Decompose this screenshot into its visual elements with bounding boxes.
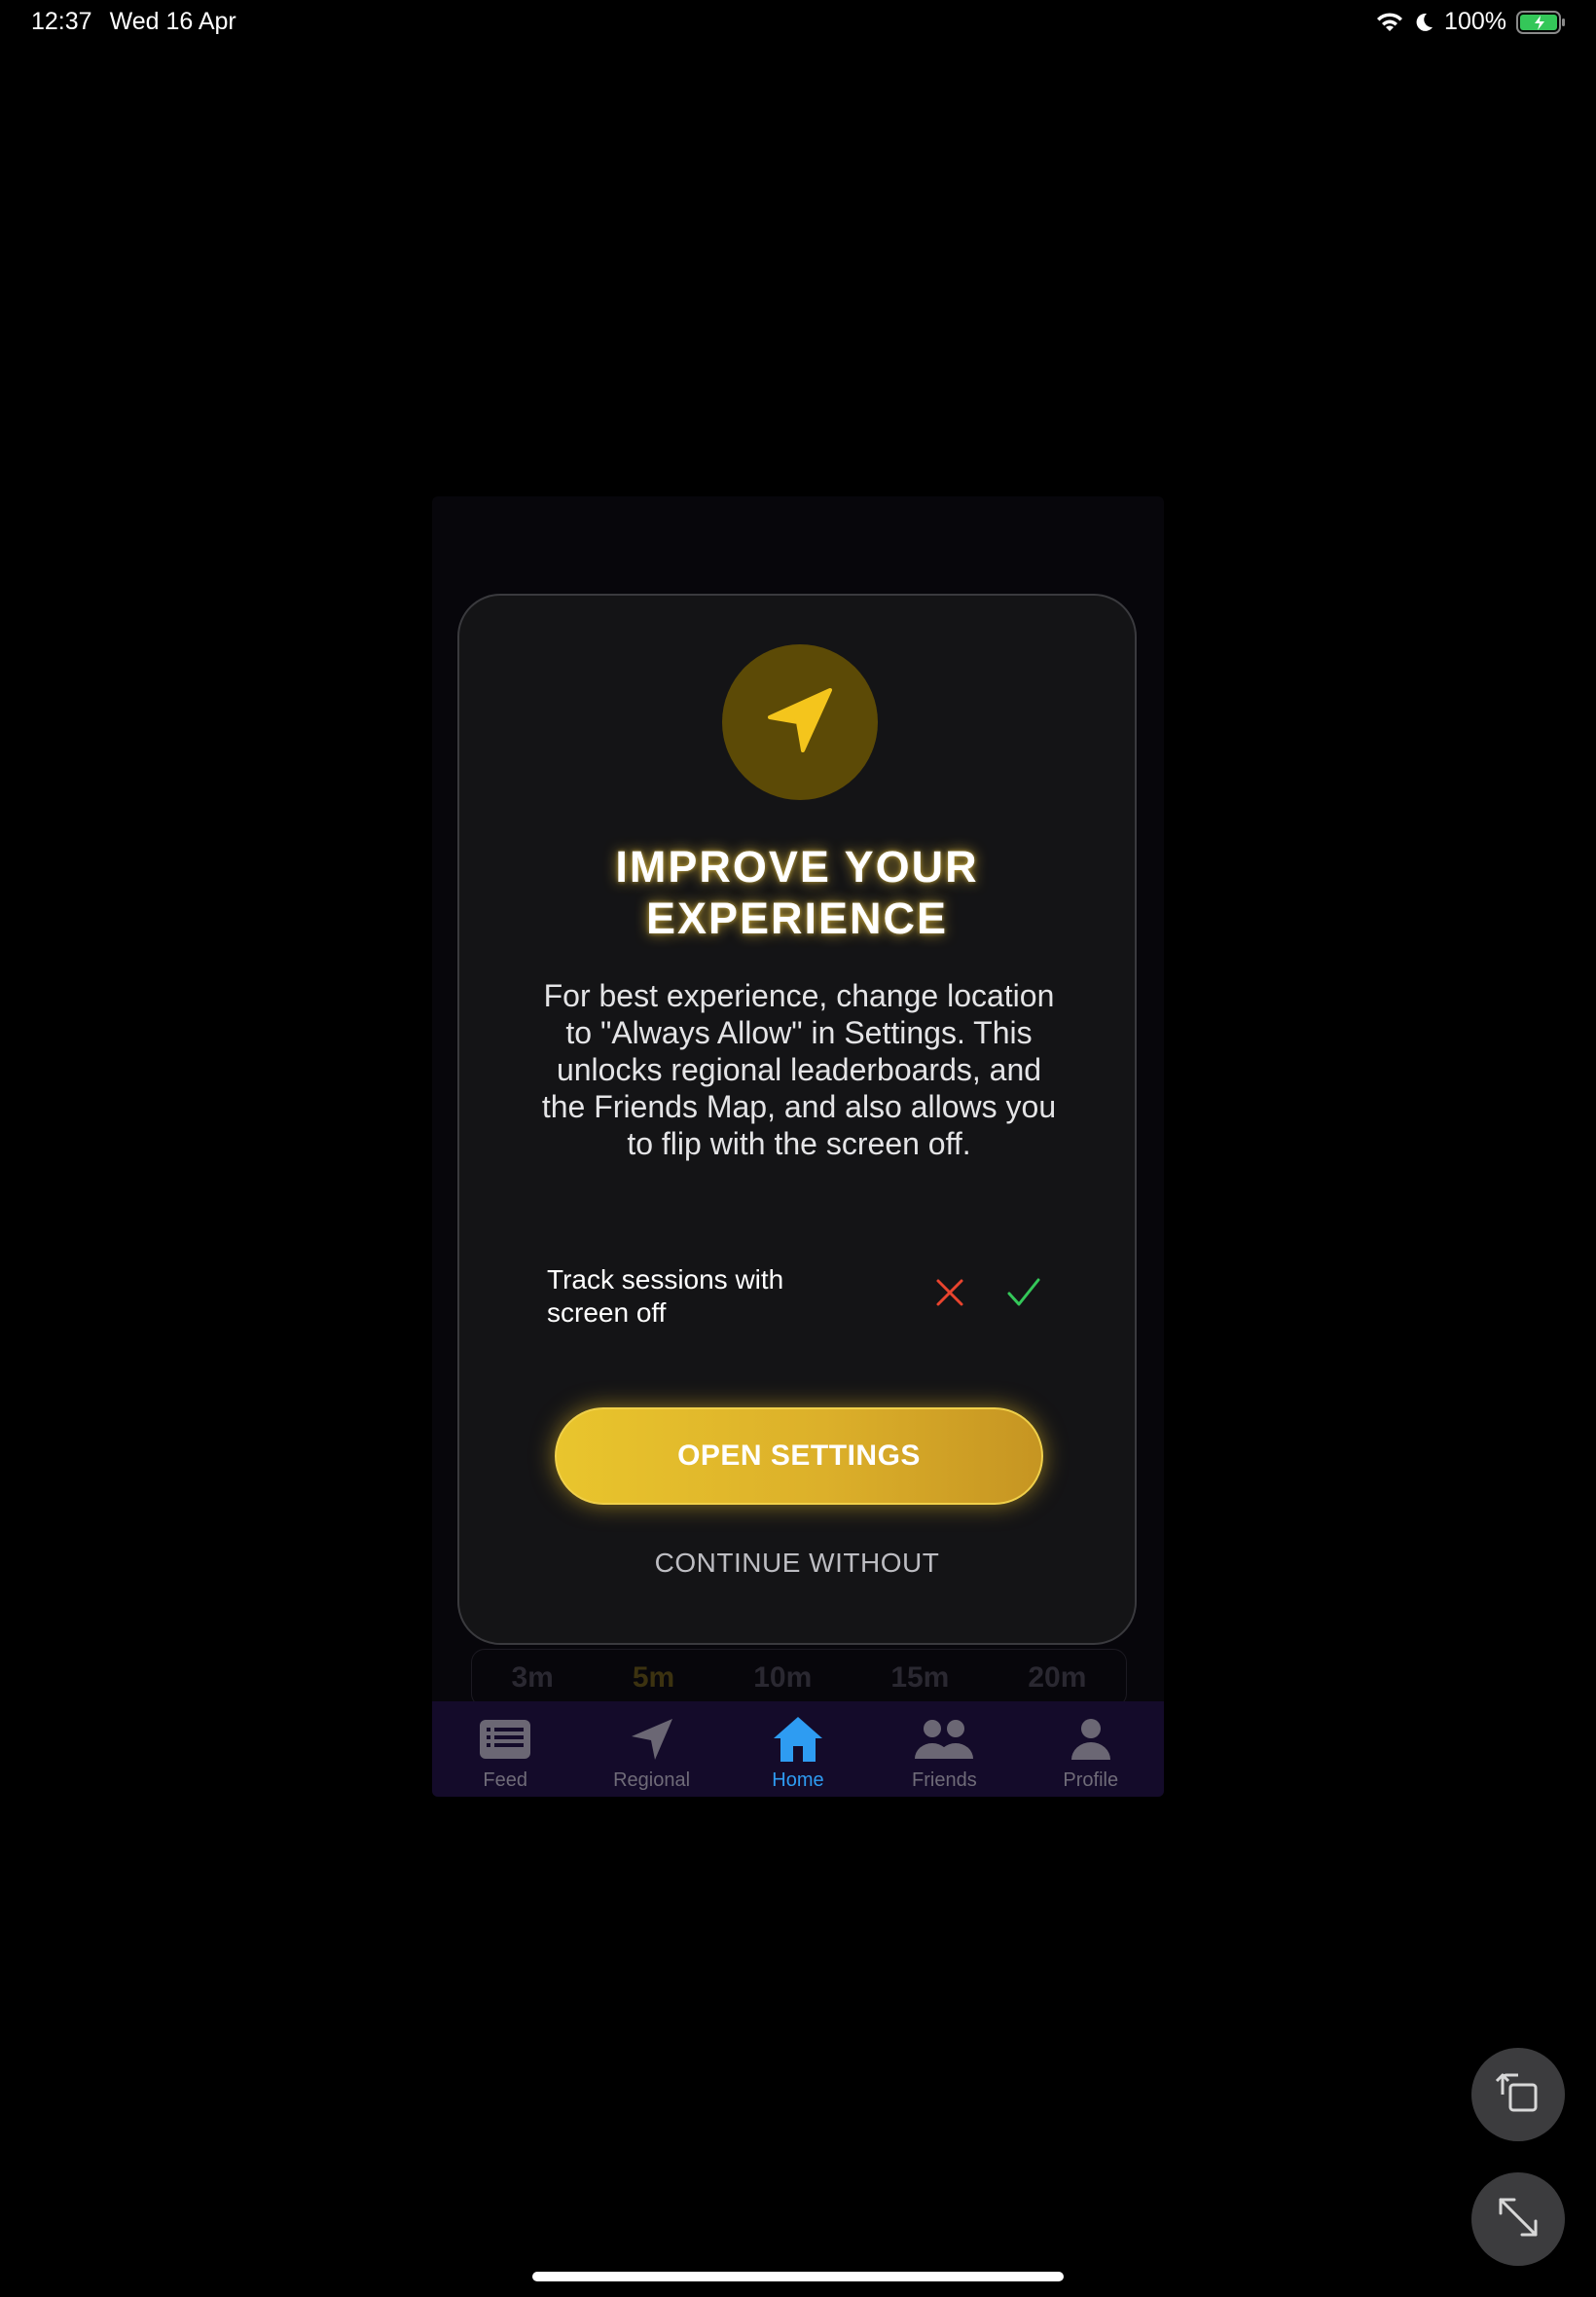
home-icon <box>772 1715 824 1764</box>
track-sessions-row: Track sessions with screen off <box>547 1263 1053 1331</box>
status-left: 12:37 Wed 16 Apr <box>31 8 236 36</box>
close-x-icon <box>934 1277 965 1313</box>
location-permission-modal: IMPROVE YOUR EXPERIENCE For best experie… <box>457 594 1137 1645</box>
continue-without-button[interactable]: CONTINUE WITHOUT <box>459 1548 1135 1579</box>
tab-profile[interactable]: Profile <box>1018 1701 1164 1797</box>
track-label-line: screen off <box>547 1297 667 1328</box>
location-icon-badge <box>722 644 878 800</box>
tab-label: Home <box>772 1769 824 1791</box>
tab-label: Regional <box>613 1769 691 1791</box>
battery-charging-icon <box>1516 10 1567 35</box>
tab-label: Feed <box>483 1769 527 1791</box>
duration-option[interactable]: 15m <box>890 1661 949 1695</box>
tab-feed[interactable]: Feed <box>432 1701 578 1797</box>
expand-button[interactable] <box>1471 2172 1565 2266</box>
profile-icon <box>1070 1715 1112 1764</box>
tab-bar: Feed Regional Home Friends Profile <box>432 1701 1164 1797</box>
open-settings-button[interactable]: OPEN SETTINGS <box>555 1407 1043 1505</box>
track-label-line: Track sessions with <box>547 1264 784 1294</box>
status-time: 12:37 <box>31 8 92 35</box>
title-line: EXPERIENCE <box>645 893 949 943</box>
status-date: Wed 16 Apr <box>109 8 236 35</box>
duration-option-selected[interactable]: 5m <box>633 1661 674 1695</box>
status-bar: 12:37 Wed 16 Apr 100% <box>0 0 1596 47</box>
title-line: IMPROVE YOUR <box>615 842 979 892</box>
track-sessions-label: Track sessions with screen off <box>547 1263 819 1330</box>
rotate-button[interactable] <box>1471 2048 1565 2141</box>
feed-icon <box>479 1715 531 1764</box>
checkmark-icon <box>1006 1277 1041 1313</box>
friends-icon <box>913 1715 975 1764</box>
tab-home[interactable]: Home <box>725 1701 871 1797</box>
rotate-icon <box>1491 2065 1545 2125</box>
tab-label: Friends <box>912 1769 977 1791</box>
expand-arrows-icon <box>1493 2192 1543 2247</box>
moon-icon <box>1413 12 1434 33</box>
location-arrow-icon <box>630 1715 674 1764</box>
tab-regional[interactable]: Regional <box>579 1701 725 1797</box>
tab-friends[interactable]: Friends <box>871 1701 1017 1797</box>
duration-selector: 3m 5m 10m 15m 20m <box>471 1649 1127 1707</box>
modal-body-text: For best experience, change location to … <box>541 978 1057 1161</box>
tab-label: Profile <box>1063 1769 1119 1791</box>
battery-text: 100% <box>1444 8 1506 35</box>
home-indicator[interactable] <box>532 2272 1064 2281</box>
location-arrow-icon <box>766 686 834 759</box>
duration-option[interactable]: 3m <box>512 1661 554 1695</box>
status-right: 100% <box>1376 8 1567 36</box>
modal-title: IMPROVE YOUR EXPERIENCE <box>459 841 1135 944</box>
wifi-icon <box>1376 12 1403 33</box>
duration-option[interactable]: 20m <box>1028 1661 1086 1695</box>
duration-option[interactable]: 10m <box>753 1661 812 1695</box>
